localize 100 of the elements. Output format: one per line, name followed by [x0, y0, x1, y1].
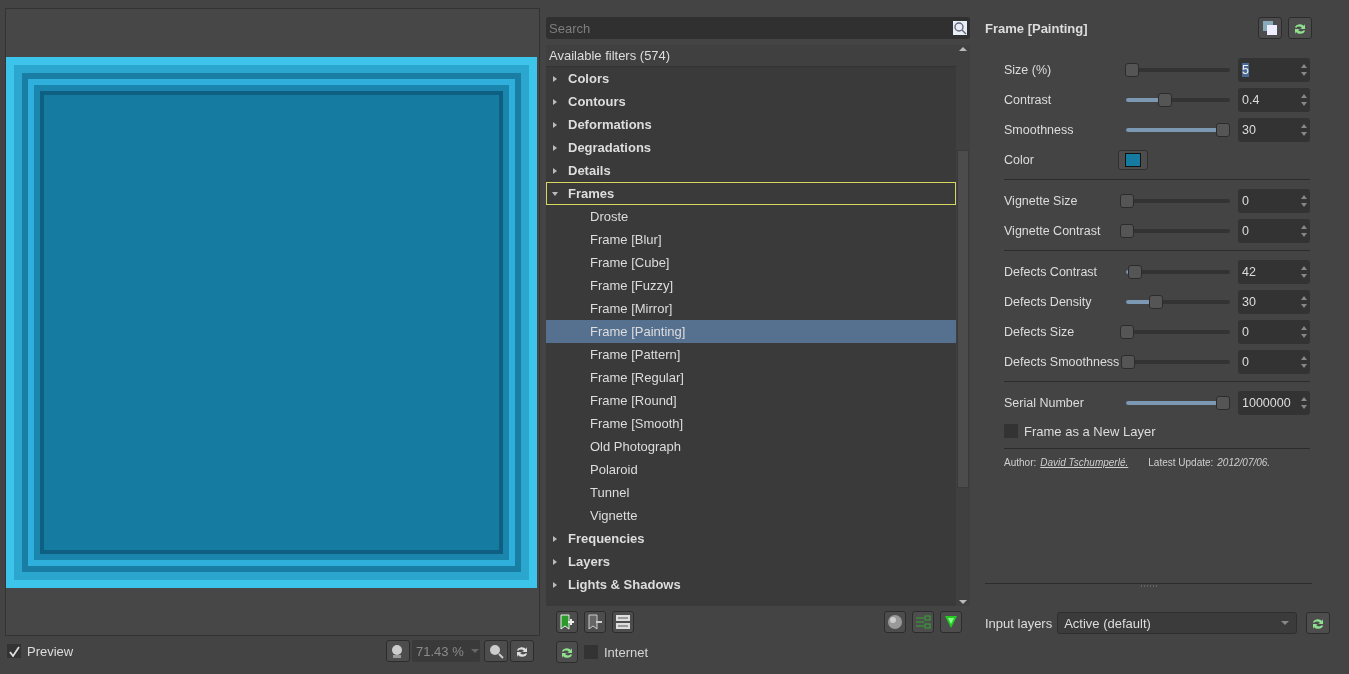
display-button[interactable]	[884, 611, 906, 633]
slider-thumb[interactable]	[1120, 224, 1134, 238]
slider[interactable]	[1120, 325, 1230, 339]
collapsed-arrow-icon[interactable]	[552, 75, 558, 82]
magnifier-icon	[488, 643, 504, 659]
check-icon	[8, 645, 20, 657]
add-favorite-button[interactable]	[556, 611, 578, 633]
scroll-up-icon[interactable]	[958, 45, 968, 53]
parameter-label: Contrast	[1004, 93, 1053, 107]
tree-item[interactable]: Old Photograph	[546, 435, 956, 458]
tree-item[interactable]: Frame [Pattern]	[546, 343, 956, 366]
slider-thumb[interactable]	[1216, 396, 1230, 410]
parameter-label: Defects Smoothness	[1004, 355, 1120, 369]
tree-category[interactable]: Frequencies	[546, 527, 956, 550]
preview-label: Preview	[27, 643, 74, 659]
tree-item[interactable]: Frame [Round]	[546, 389, 956, 412]
tree-item[interactable]: Frame [Painting]	[546, 320, 956, 343]
tree-item[interactable]: Tunnel	[546, 481, 956, 504]
tree-item[interactable]: Frame [Mirror]	[546, 297, 956, 320]
tree-category[interactable]: Deformations	[546, 113, 956, 136]
slider-thumb[interactable]	[1124, 63, 1139, 77]
author-link[interactable]: David Tschumperlé.	[1040, 457, 1129, 468]
search-field[interactable]: Search	[546, 17, 970, 39]
tree-category[interactable]: Degradations	[546, 136, 956, 159]
slider-thumb[interactable]	[1158, 93, 1173, 107]
refresh-button[interactable]	[510, 640, 534, 662]
rename-button[interactable]	[612, 611, 634, 633]
tree-category[interactable]: Frames	[546, 182, 956, 205]
tree-category[interactable]: Layers	[546, 550, 956, 573]
tree-item[interactable]: Frame [Smooth]	[546, 412, 956, 435]
spin-box[interactable]: 0	[1238, 189, 1310, 213]
tree-item[interactable]: Polaroid	[546, 458, 956, 481]
slider-thumb[interactable]	[1216, 123, 1230, 137]
tree-item[interactable]: Frame [Regular]	[546, 366, 956, 389]
collapsed-arrow-icon[interactable]	[552, 581, 558, 588]
parameter-label: Defects Contrast	[1004, 265, 1099, 279]
parameter-label: Defects Density	[1004, 295, 1093, 309]
update-date: 2012/07/06.	[1217, 457, 1271, 468]
reset-button[interactable]	[1288, 17, 1312, 39]
input-layers-dropdown[interactable]: Active (default)	[1057, 612, 1298, 634]
collapsed-arrow-icon[interactable]	[552, 98, 558, 105]
slider[interactable]	[1121, 355, 1230, 369]
slider-thumb[interactable]	[1121, 355, 1136, 369]
preview-checkbox[interactable]	[7, 644, 21, 658]
zoom-out-button[interactable]	[386, 640, 410, 662]
spin-box[interactable]: 0.4	[1238, 88, 1310, 112]
author-label: Author:	[1004, 457, 1037, 468]
slider[interactable]	[1120, 194, 1230, 208]
parameter-label: Serial Number	[1004, 396, 1085, 410]
scrollbar[interactable]	[956, 45, 970, 606]
collapsed-arrow-icon[interactable]	[552, 121, 558, 128]
input-layers-label: Input layers	[985, 615, 1053, 631]
refresh-button[interactable]	[1306, 612, 1330, 634]
slider-thumb[interactable]	[1120, 194, 1134, 208]
slider[interactable]	[1120, 224, 1230, 238]
collapsed-arrow-icon[interactable]	[552, 167, 558, 174]
color-button[interactable]	[1118, 150, 1148, 170]
scroll-down-icon[interactable]	[958, 598, 968, 606]
spin-box[interactable]: 5	[1238, 58, 1310, 82]
expand-button[interactable]	[912, 611, 934, 633]
internet-label: Internet	[604, 644, 649, 660]
tree-category[interactable]: Colors	[546, 67, 956, 90]
tree-item[interactable]: Droste	[546, 205, 956, 228]
spin-box[interactable]: 1000000	[1238, 391, 1310, 415]
funnel-icon	[943, 614, 959, 630]
collapsed-arrow-icon[interactable]	[552, 144, 558, 151]
tree-item[interactable]: Frame [Fuzzy]	[546, 274, 956, 297]
slider-thumb[interactable]	[1148, 295, 1163, 309]
parameter-label: Color	[1004, 153, 1035, 167]
expanded-arrow-icon[interactable]	[552, 190, 558, 197]
spin-box[interactable]: 42	[1238, 260, 1310, 284]
parameter-label: Vignette Contrast	[1004, 224, 1102, 238]
tree-category[interactable]: Contours	[546, 90, 956, 113]
tree-item[interactable]: Frame [Blur]	[546, 228, 956, 251]
spin-box[interactable]: 0	[1238, 350, 1310, 374]
bookmark-minus-icon	[587, 614, 603, 630]
collapsed-arrow-icon[interactable]	[552, 558, 558, 565]
collapsed-arrow-icon[interactable]	[552, 535, 558, 542]
slider-thumb[interactable]	[1120, 325, 1134, 339]
slider-thumb[interactable]	[1127, 265, 1142, 279]
windows-icon	[1262, 20, 1278, 36]
tree-item[interactable]: Vignette	[546, 504, 956, 527]
splitter-handle-icon[interactable]	[1139, 584, 1158, 588]
update-button[interactable]	[556, 641, 578, 663]
filter-title: Frame [Painting]	[985, 20, 1089, 36]
spin-box[interactable]: 30	[1238, 118, 1310, 142]
copy-button[interactable]	[1258, 17, 1282, 39]
search-icon[interactable]	[953, 21, 967, 35]
zoom-in-button[interactable]	[484, 640, 508, 662]
tree-category[interactable]: Lights & Shadows	[546, 573, 956, 596]
apply-button[interactable]	[940, 611, 962, 633]
parameter-label: Smoothness	[1004, 123, 1075, 137]
tree-item[interactable]: Frame [Cube]	[546, 251, 956, 274]
tree-category[interactable]: Details	[546, 159, 956, 182]
spin-box[interactable]: 30	[1238, 290, 1310, 314]
spin-box[interactable]: 0	[1238, 219, 1310, 243]
remove-favorite-button[interactable]	[584, 611, 606, 633]
tree-list-icon	[915, 614, 931, 630]
caret-icon	[1280, 620, 1291, 626]
spin-box[interactable]: 0	[1238, 320, 1310, 344]
